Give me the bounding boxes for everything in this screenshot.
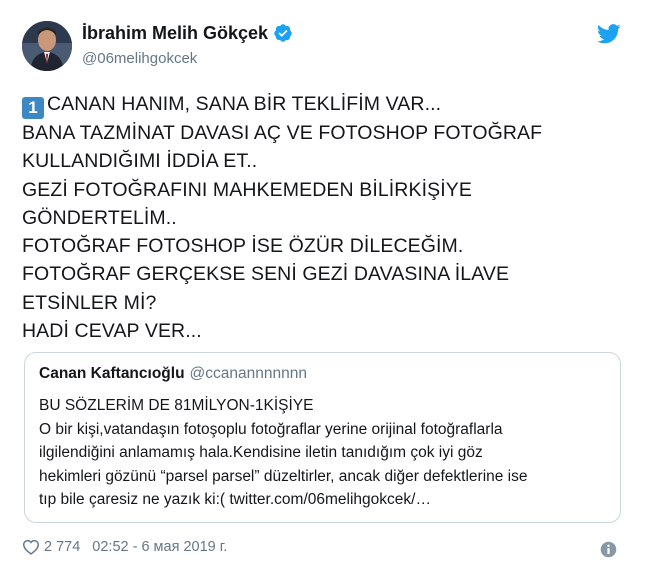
info-icon[interactable] (600, 541, 617, 558)
tweet-line: FOTOĞRAF FOTOSHOP İSE ÖZÜR DİLECEĞİM. (22, 235, 464, 258)
quoted-tweet-line: BU SÖZLERİM DE 81MİLYON-1KİŞİYE (39, 397, 314, 414)
verified-badge-icon (273, 23, 293, 43)
quoted-tweet-line: hekimleri gözünü “parsel parsel” düzelti… (39, 467, 528, 485)
tweet-line: ETSİNLER Mİ? (22, 291, 157, 314)
tweet-line: KULLANDIĞIMI İDDİA ET.. (22, 150, 258, 173)
twitter-bird-icon[interactable] (597, 24, 621, 44)
tweet-line: GEZİ FOTOĞRAFINI MAHKEMEDEN BİLİRKİŞİYE (22, 178, 472, 201)
tweet-timestamp[interactable]: 02:52 - 6 мая 2019 г. (92, 539, 227, 555)
author-display-name[interactable]: İbrahim Melih Gökçek (82, 22, 268, 44)
quoted-tweet-text: BU SÖZLERİM DE 81MİLYON-1KİŞİYE O bir ki… (39, 394, 609, 512)
quoted-tweet-line: tıp bile çaresiz ne yazık ki:( twitter.c… (39, 491, 431, 509)
quoted-tweet-line: ilgilendiğini anlamamış hala.Kendisine i… (39, 444, 483, 462)
like-count[interactable]: 2 774 (44, 539, 80, 555)
tweet-line: FOTOĞRAF GERÇEKSE SENİ GEZİ DAVASINA İLA… (22, 263, 510, 286)
heart-icon[interactable] (22, 539, 40, 555)
tweet-line: BANA TAZMİNAT DAVASI AÇ VE FOTOSHOP FOTO… (22, 122, 543, 144)
tweet-line-text: CANAN HANIM, SANA BİR TEKLİFİM VAR... (47, 93, 442, 115)
quoted-author-name: Canan Kaftancıoğlu (39, 365, 185, 382)
quoted-tweet-header: Canan Kaftancıoğlu @ccanannnnnnn (39, 365, 307, 383)
keycap-one-icon: 1 (22, 97, 44, 119)
quoted-author-handle: @ccanannnnnnn (189, 365, 307, 382)
tweet-line: GÖNDERTELİM.. (22, 206, 177, 229)
tweet-line: HADİ CEVAP VER... (22, 320, 202, 343)
author-name-row[interactable]: İbrahim Melih Gökçek (82, 22, 293, 44)
quoted-tweet-card[interactable]: Canan Kaftancıoğlu @ccanannnnnnn BU SÖZL… (24, 352, 621, 523)
embedded-tweet: İbrahim Melih Gökçek @06melihgokcek 1 CAN… (0, 0, 647, 574)
tweet-text: 1 CANAN HANIM, SANA BİR TEKLİFİM VAR... B… (22, 90, 622, 345)
quoted-tweet-line: O bir kişi,vatandaşın fotoşoplu fotoğraf… (39, 420, 503, 438)
tweet-footer: 2 774 02:52 - 6 мая 2019 г. (22, 539, 227, 555)
author-handle[interactable]: @06melihgokcek (82, 49, 197, 69)
tweet-line: 1 CANAN HANIM, SANA BİR TEKLİFİM VAR... (22, 90, 622, 119)
avatar[interactable] (22, 21, 72, 71)
